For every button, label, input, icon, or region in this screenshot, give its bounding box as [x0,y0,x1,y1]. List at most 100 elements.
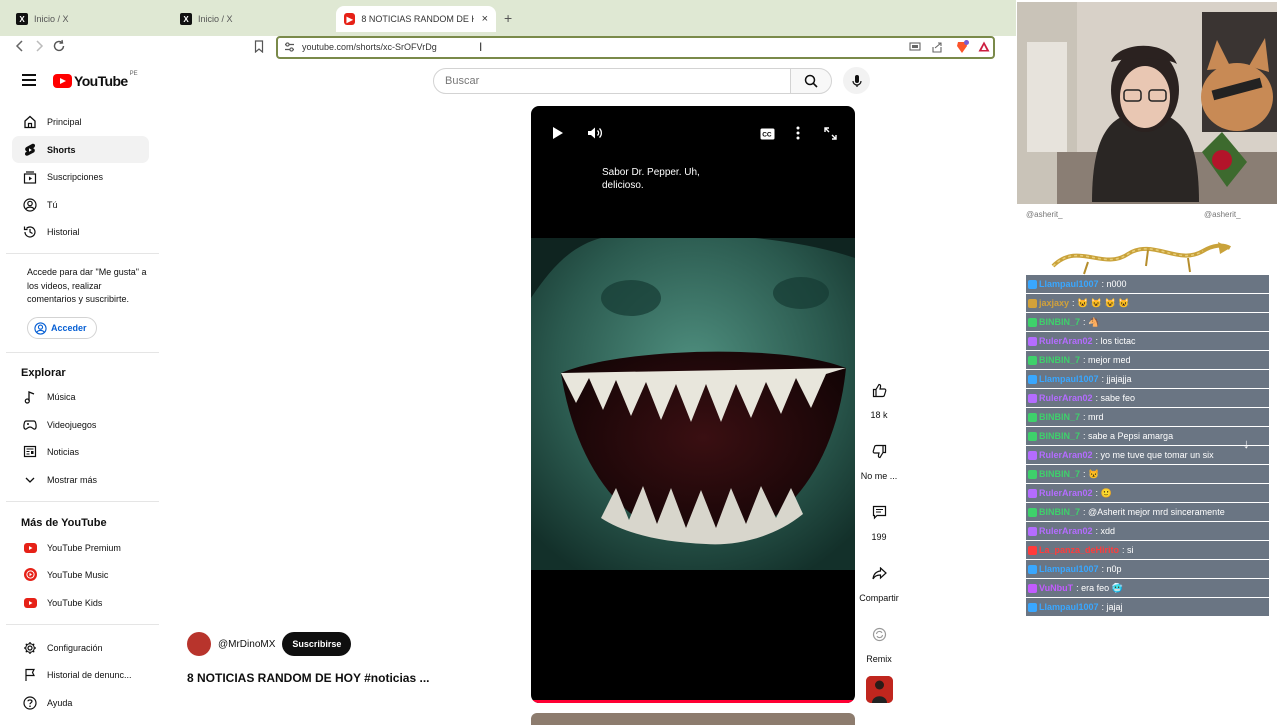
close-tab-icon[interactable]: × [482,13,488,25]
sidebar-item-mostrar-mas[interactable]: Mostrar más [12,466,149,493]
chat-text: : jajaj [1101,602,1123,612]
chat-username[interactable]: BINBIN_7 [1039,355,1080,365]
url-text: youtube.com/shorts/xc-SrOFVrDg [302,42,437,52]
brave-shield-icon[interactable] [955,40,969,57]
chat-badge-icon [1028,545,1037,555]
share-label: Compartir [859,593,899,603]
video-title[interactable]: 8 NOTICIAS RANDOM DE HOY #noticias ... [187,671,429,685]
like-button[interactable]: 18 k [857,376,901,420]
more-options-icon[interactable] [796,126,800,145]
voice-search-button[interactable] [843,67,870,94]
chat-username[interactable]: jaxjaxy [1039,298,1069,308]
sidebar-item-historial[interactable]: Historial [12,218,149,245]
fullscreen-icon[interactable] [824,127,837,145]
next-short-thumbnail[interactable] [531,713,855,725]
hamburger-menu-icon[interactable] [22,74,36,86]
user-icon [23,197,37,212]
youtube-play-icon [53,74,72,88]
chat-badge-icon [1028,469,1037,479]
video-progress-bar[interactable] [531,700,855,703]
remix-icon [865,620,893,648]
sidebar-item-principal[interactable]: Principal [12,108,149,135]
site-info-icon[interactable] [284,42,295,55]
sidebar-item-suscripciones[interactable]: Suscripciones [12,163,149,190]
sidebar-item-noticias[interactable]: Noticias [12,438,149,465]
youtube-logo[interactable]: YouTube PE [53,71,138,89]
bookmark-icon[interactable] [254,40,264,56]
closed-captions-icon[interactable]: CC [760,127,775,145]
chat-username[interactable]: BINBIN_7 [1039,431,1080,441]
more-youtube-heading: Más de YouTube [21,517,107,529]
browser-tab[interactable]: X Inicio / X [8,6,170,32]
sidebar-item-youtube-premium[interactable]: YouTube Premium [12,534,149,561]
chat-username[interactable]: Llampaul1007 [1039,602,1099,612]
chat-badge-icon [1028,583,1037,593]
chat-username[interactable]: VuNbuT [1039,583,1073,593]
sidebar-item-videojuegos[interactable]: Videojuegos [12,411,149,438]
chat-username[interactable]: BINBIN_7 [1039,507,1080,517]
remix-button[interactable]: Remix [857,620,901,664]
comments-button[interactable]: 199 [857,498,901,542]
chat-message: Llampaul1007: n000 [1026,275,1269,294]
chat-badge-icon [1028,602,1037,612]
back-icon[interactable] [14,39,26,56]
chat-message: RulerAran02: sabe feo [1026,389,1269,408]
cast-icon[interactable] [909,42,921,55]
search-button[interactable] [790,68,832,94]
chat-username[interactable]: BINBIN_7 [1039,412,1080,422]
share-button[interactable]: Compartir [857,559,901,603]
chat-username[interactable]: La_panza_deHirito [1039,545,1119,555]
chat-badge-icon [1028,355,1037,365]
youtube-icon: ▶ [344,13,356,25]
chat-username[interactable]: RulerAran02 [1039,488,1093,498]
chat-text: : mejor med [1083,355,1131,365]
subscribe-button[interactable]: Suscribirse [282,632,352,656]
chat-username[interactable]: BINBIN_7 [1039,317,1080,327]
chat-username[interactable]: RulerAran02 [1039,526,1093,536]
rewards-icon[interactable] [978,41,990,55]
reload-icon[interactable] [53,39,66,56]
signin-prompt: Accede para dar "Me gusta" a los videos,… [27,267,147,304]
tab-title: Inicio / X [34,14,69,24]
sidebar-item-historial-denuncias[interactable]: Historial de denunc... [12,661,149,688]
channel-name[interactable]: @MrDinoMX [218,639,275,650]
sidebar-item-label: Historial de denunc... [47,669,132,680]
chat-username[interactable]: Llampaul1007 [1039,564,1099,574]
sidebar-item-ayuda[interactable]: Ayuda [12,689,149,716]
chat-username[interactable]: BINBIN_7 [1039,469,1080,479]
signin-button[interactable]: Acceder [27,317,97,339]
channel-avatar-small[interactable] [866,676,893,703]
stream-chat: Llampaul1007: n000 jaxjaxy: 😺 😺 😺 😺 BINBIN… [1026,275,1269,617]
chat-username[interactable]: RulerAran02 [1039,336,1093,346]
sidebar-item-tu[interactable]: Tú [12,191,149,218]
sidebar-item-label: Mostrar más [47,474,98,485]
chat-text: : si [1122,545,1134,555]
chat-username[interactable]: RulerAran02 [1039,450,1093,460]
browser-tab[interactable]: X Inicio / X [172,6,334,32]
address-bar[interactable]: youtube.com/shorts/xc-SrOFVrDg [276,36,995,59]
chat-username[interactable]: Llampaul1007 [1039,374,1099,384]
sidebar-item-configuracion[interactable]: Configuración [12,634,149,661]
search-input[interactable] [433,68,791,94]
play-icon[interactable] [552,126,564,145]
avatar[interactable] [187,632,211,656]
dislike-button[interactable]: No me ... [857,437,901,481]
sidebar-item-shorts[interactable]: Shorts [12,136,149,163]
chat-username[interactable]: RulerAran02 [1039,393,1093,403]
arrow-down-icon[interactable]: ↓ [1243,436,1250,451]
webcam-feed [1017,2,1277,204]
chat-badge-icon [1028,374,1037,384]
comment-count: 199 [871,532,887,542]
browser-tab-active[interactable]: ▶ 8 NOTICIAS RANDOM DE HOY # × [336,6,496,32]
thumbs-down-icon [865,437,893,465]
chat-username[interactable]: Llampaul1007 [1039,279,1099,289]
sidebar-item-label: Configuración [47,642,103,653]
share-page-icon[interactable] [931,42,943,56]
sidebar-item-youtube-kids[interactable]: YouTube Kids [12,589,149,616]
sidebar-item-musica[interactable]: Música [12,383,149,410]
volume-icon[interactable] [587,126,603,145]
forward-icon[interactable] [33,39,45,56]
new-tab-button[interactable]: + [504,10,512,26]
shorts-player[interactable]: CC Sabor Dr. Pepper. Uh, delicioso. [531,106,855,703]
sidebar-item-youtube-music[interactable]: YouTube Music [12,561,149,588]
